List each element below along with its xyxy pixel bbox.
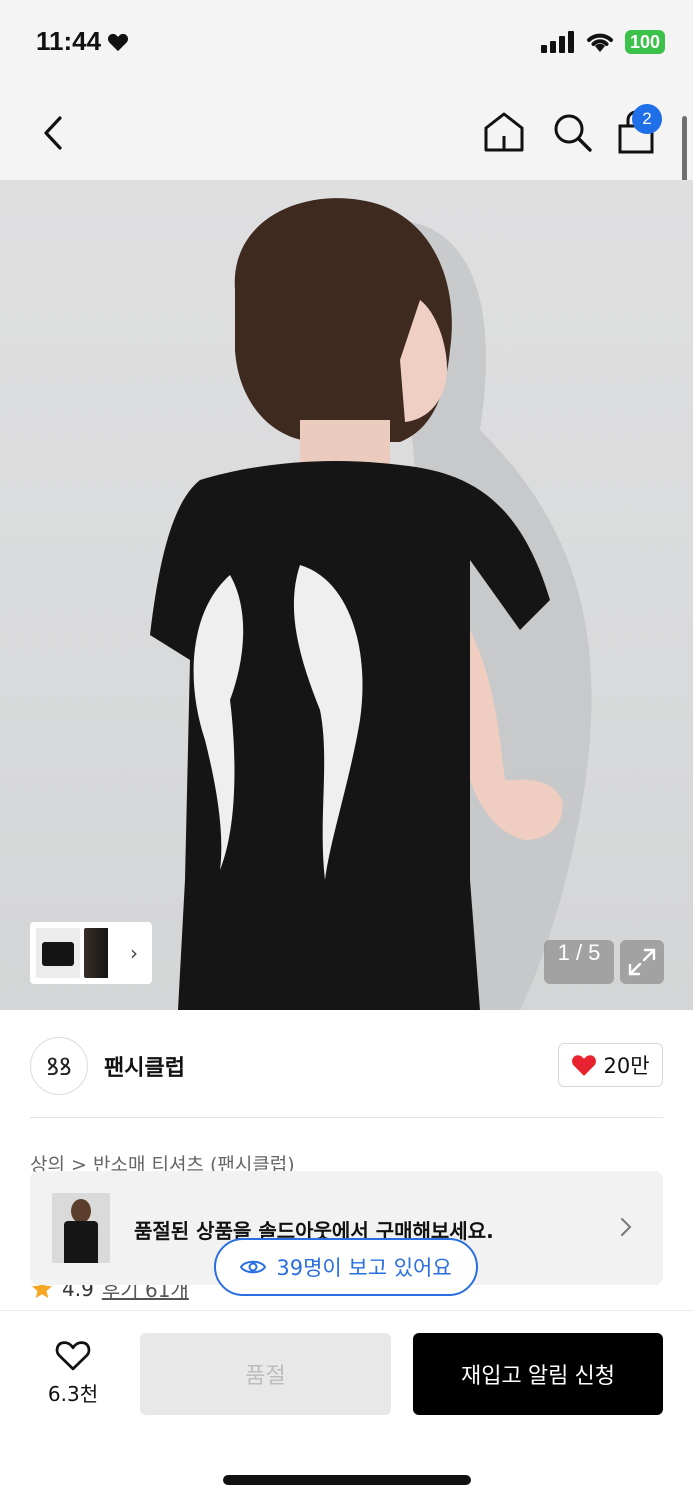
home-indicator[interactable] (223, 1475, 471, 1485)
heart-filled-icon (572, 1055, 597, 1076)
back-icon[interactable] (36, 110, 76, 156)
soldout-button: 품절 (140, 1333, 391, 1415)
brand-name[interactable]: 팬시클럽 (104, 1050, 185, 1082)
product-image[interactable]: › 1 / 5 (0, 180, 693, 1010)
clock-text: 11:44 (36, 26, 102, 56)
banner-thumbnail (52, 1193, 110, 1263)
eye-icon (240, 1260, 267, 1274)
brand-logo[interactable]: ꝸꝸ (30, 1037, 88, 1095)
thumbnail-1[interactable] (36, 928, 80, 978)
signal-icon (540, 31, 574, 53)
status-bar: 11:44 100 (0, 0, 693, 86)
thumbnail-2[interactable] (84, 928, 124, 978)
top-nav-bar (0, 86, 693, 180)
wishlist-count: 6.3천 (47, 1382, 99, 1406)
divider (30, 1117, 663, 1118)
wifi-icon (586, 33, 613, 52)
home-icon[interactable] (482, 108, 526, 156)
chevron-right-icon (621, 1218, 632, 1236)
viewers-pill: 39명이 보고 있어요 (214, 1238, 478, 1296)
brand-like-count: 20만 (603, 1054, 650, 1078)
image-counter: 1 / 5 (544, 940, 614, 984)
battery-icon: 100 (624, 30, 665, 54)
expand-icon[interactable] (620, 940, 664, 984)
brand-row[interactable]: ꝸꝸ 팬시클럽 (30, 1036, 185, 1096)
heart-icon (108, 33, 129, 51)
chevron-right-icon[interactable]: › (130, 941, 138, 965)
status-time: 11:44 (36, 26, 129, 57)
restock-alert-button[interactable]: 재입고 알림 신청 (413, 1333, 663, 1415)
product-photo (150, 198, 592, 1010)
brand-like-button[interactable]: 20만 (558, 1043, 663, 1087)
thumbnail-strip[interactable]: › (30, 922, 152, 984)
search-icon[interactable] (550, 108, 594, 156)
heart-outline-icon (55, 1341, 91, 1371)
viewers-text: 39명이 보고 있어요 (276, 1256, 452, 1280)
cart-count-badge: 2 (632, 104, 662, 134)
wishlist-button[interactable]: 6.3천 (40, 1338, 106, 1407)
